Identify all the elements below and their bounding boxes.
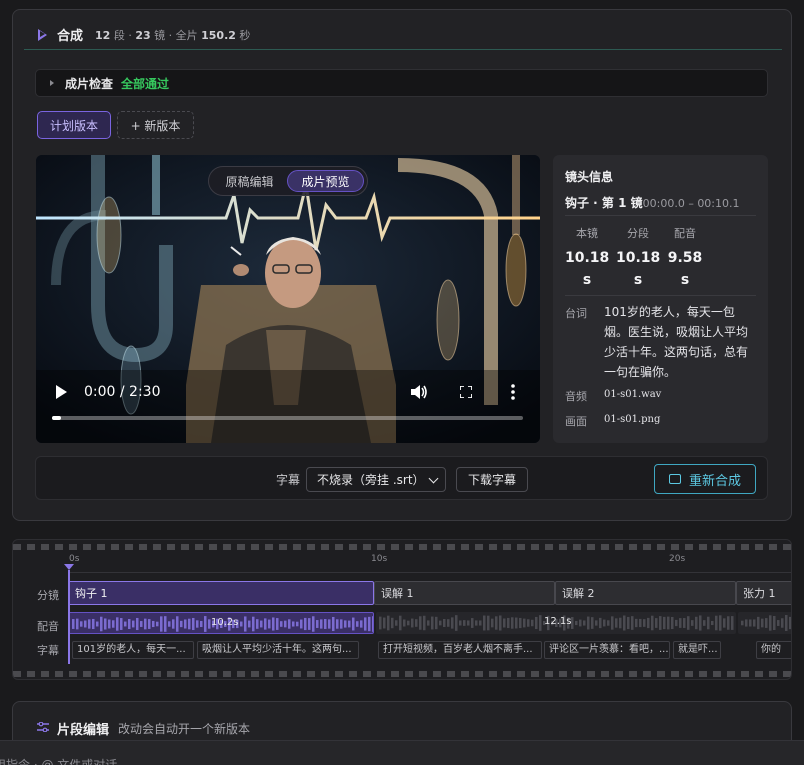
chevron-down-icon	[428, 473, 439, 484]
row-label-voice: 配音	[37, 620, 59, 633]
subtitle-chip[interactable]: 吸烟让人平均少活十年。这两句...	[197, 641, 359, 659]
segment-edit-title: 片段编辑	[57, 723, 110, 738]
chat-input-bar[interactable]: 用指令 · @ 文件或对话	[0, 740, 804, 765]
tick: 20s	[669, 554, 686, 564]
video-progress-fill	[52, 416, 62, 420]
divider	[565, 295, 756, 296]
time-ruler: 0s 10s 20s	[69, 554, 791, 574]
clip-tension-1[interactable]: 张力 1	[736, 581, 791, 605]
shot-name: 钩子 · 第 1 镜00:00.0 – 00:10.1	[565, 196, 740, 210]
playhead[interactable]	[64, 564, 74, 664]
expand-icon	[50, 80, 54, 86]
subtitle-chip[interactable]: 101岁的老人，每天一...	[72, 641, 194, 659]
film-perforation	[13, 544, 791, 550]
subtitle-bar: 字幕 不烧录（旁挂 .srt） 下载字幕 重新合成	[35, 456, 768, 500]
final-check-status: 全部通过	[121, 76, 170, 91]
row-label-subtitle: 字幕	[37, 644, 59, 657]
film-icon	[668, 474, 681, 484]
clip-misread-1[interactable]: 误解 1	[374, 581, 555, 605]
stat-shot: 本镜 10.18 s	[565, 227, 610, 288]
shot-info-panel: 镜头信息 钩子 · 第 1 镜00:00.0 – 00:10.1 本镜 10.18…	[553, 155, 768, 443]
line-value: 101岁的老人，每天一包烟。医生说，吸烟让人平均少活十年。这两句话，总有一句在骗…	[604, 305, 749, 379]
subtitle-mode-select[interactable]: 不烧录（旁挂 .srt）	[306, 467, 446, 492]
stat-voice: 配音 9.58 s	[667, 227, 703, 288]
compose-meta: 12 段 · 23 镜 · 全片 150.2 秒	[95, 28, 251, 42]
new-version-button[interactable]: + 新版本	[117, 111, 194, 139]
video-time: 0:00 / 2:30	[84, 384, 161, 400]
tick: 10s	[371, 554, 388, 564]
play-icon	[38, 28, 47, 41]
line-label: 台词	[565, 307, 587, 320]
subtitle-chip[interactable]: 你的	[756, 641, 791, 659]
tab-final-preview[interactable]: 成片预览	[287, 170, 364, 192]
voice-track-3[interactable]	[738, 612, 791, 634]
subtitle-label: 字幕	[276, 473, 301, 487]
segment-edit-desc: 改动会自动开一个新版本	[118, 722, 251, 736]
download-subtitle-button[interactable]: 下载字幕	[456, 467, 528, 492]
ruler-line	[69, 572, 791, 573]
shot-info-title: 镜头信息	[565, 170, 614, 184]
compose-header: 合成 12 段 · 23 镜 · 全片 150.2 秒	[24, 20, 782, 50]
subtitle-chip[interactable]: 打开短视频，百岁老人烟不离手...	[378, 641, 542, 659]
film-perforation	[13, 671, 791, 677]
play-icon[interactable]	[56, 385, 67, 399]
compose-title: 合成	[57, 29, 84, 44]
input-hint: 用指令 · @ 文件或对话	[0, 758, 118, 765]
subtitle-chip[interactable]: 评论区一片羡慕：看吧，...	[544, 641, 670, 659]
voice-track-1[interactable]: 10.2s	[68, 612, 374, 634]
view-toggle[interactable]: 原稿编辑 成片预览	[208, 166, 368, 196]
subtitle-chip[interactable]: 就是吓...	[673, 641, 721, 659]
plan-version-button[interactable]: 计划版本	[37, 111, 111, 139]
final-check-row[interactable]: 成片检查 全部通过	[35, 69, 768, 97]
voice-track-2[interactable]: 12.1s	[376, 612, 736, 634]
fullscreen-icon[interactable]	[460, 386, 472, 398]
recompose-button[interactable]: 重新合成	[654, 464, 756, 494]
voice-duration: 10.2s	[211, 617, 239, 628]
timeline: 0s 10s 20s 分镜 配音 字幕 钩子 1 误解 1 误解 2 张力 1 …	[12, 539, 792, 680]
clip-hook-1[interactable]: 钩子 1	[68, 581, 374, 605]
video-progress-bar[interactable]	[52, 416, 523, 420]
clip-misread-2[interactable]: 误解 2	[555, 581, 736, 605]
image-label: 画面	[565, 415, 587, 428]
tab-draft-edit[interactable]: 原稿编辑	[212, 170, 287, 192]
final-check-label: 成片检查	[65, 76, 114, 91]
more-options-icon[interactable]	[511, 384, 515, 400]
audio-file: 01-s01.wav	[604, 389, 662, 400]
sliders-icon	[37, 722, 49, 732]
tick: 0s	[69, 554, 80, 564]
volume-icon[interactable]	[410, 384, 428, 400]
video-controls: 0:00 / 2:30	[36, 372, 540, 432]
voice-duration: 12.1s	[544, 616, 572, 627]
divider	[565, 215, 756, 216]
stat-segment: 分段 10.18 s	[616, 227, 661, 288]
audio-label: 音频	[565, 390, 587, 403]
waveform	[741, 615, 791, 631]
row-label-shots: 分镜	[37, 589, 59, 602]
image-file: 01-s01.png	[604, 414, 661, 425]
